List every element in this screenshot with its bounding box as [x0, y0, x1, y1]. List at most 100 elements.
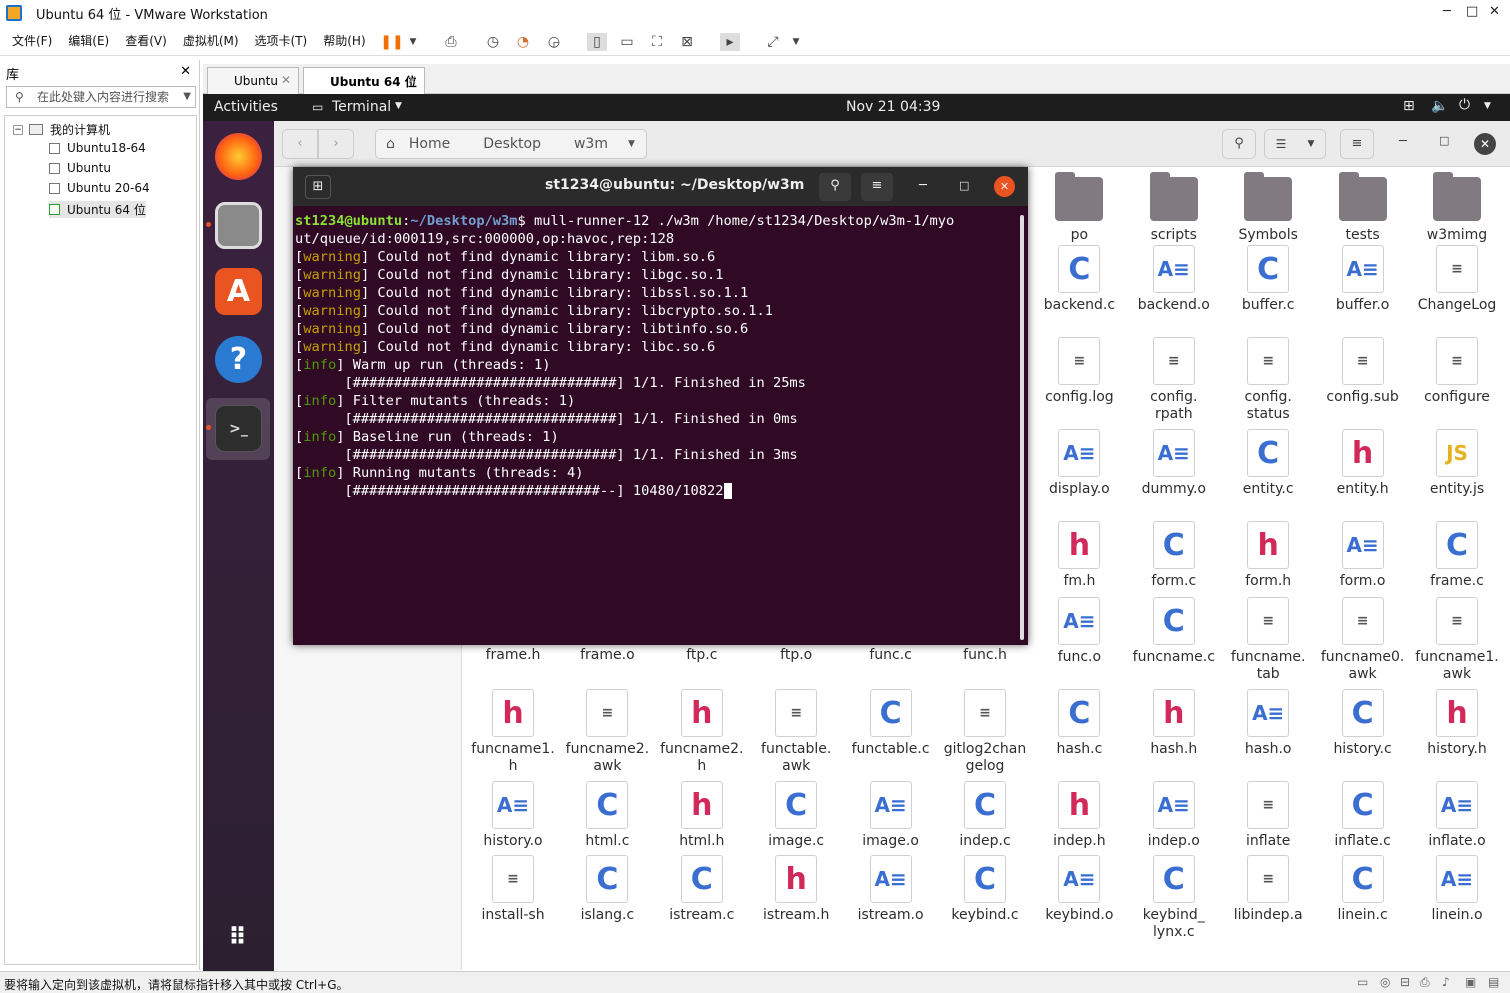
file-item[interactable]: h funcname2. h — [655, 689, 749, 775]
file-item[interactable]: ≡ gitlog2chan gelog — [938, 689, 1032, 775]
file-item[interactable]: ftp.c — [655, 647, 749, 664]
file-item[interactable]: A≡ indep.o — [1127, 781, 1221, 850]
tree-item-vm[interactable]: Ubuntu18-64 — [49, 141, 146, 155]
search-button[interactable]: ⚲ — [1222, 129, 1256, 159]
file-item[interactable]: frame.o — [560, 647, 654, 664]
stretch-icon[interactable]: ⤢ — [763, 33, 783, 51]
file-item[interactable]: A≡ image.o — [844, 781, 938, 850]
file-item[interactable]: po — [1032, 171, 1126, 244]
pause-icon[interactable]: ❚❚ — [380, 33, 403, 51]
maximize-window-icon[interactable]: □ — [1439, 134, 1449, 147]
terminal-window[interactable]: ⊞ st1234@ubuntu: ~/Desktop/w3m ⚲ ≡ ─ □ ✕… — [293, 167, 1028, 645]
breadcrumb-home[interactable]: Home — [409, 136, 450, 152]
printer-icon[interactable]: ⎙ — [1420, 975, 1430, 990]
file-item[interactable]: Ckeybind_ lynx.c — [1127, 855, 1221, 941]
file-item[interactable]: Chash.c — [1032, 689, 1126, 758]
file-item[interactable]: Symbols — [1221, 171, 1315, 244]
file-item[interactable]: A≡ display.o — [1032, 429, 1126, 498]
file-item[interactable]: Chtml.c — [560, 781, 654, 850]
console-view-icon[interactable]: ▸ — [720, 33, 740, 51]
terminal-output[interactable]: st1234@ubuntu:~/Desktop/w3m$ mull-runner… — [295, 212, 1020, 642]
file-item[interactable]: func.h — [938, 647, 1032, 664]
file-item[interactable]: ≡ funcname2. awk — [560, 689, 654, 775]
software-icon[interactable]: A — [215, 268, 262, 315]
breadcrumb-chevron-icon[interactable]: ▼ — [628, 139, 635, 149]
file-item[interactable]: ≡ config. status — [1221, 337, 1315, 423]
file-item[interactable]: ≡ inflate — [1221, 781, 1315, 850]
close-tab-icon[interactable]: ✕ — [407, 73, 417, 87]
file-item[interactable]: A≡ dummy.o — [1127, 429, 1221, 498]
file-item[interactable]: A≡ keybind.o — [1032, 855, 1126, 924]
terminal-minimize-icon[interactable]: ─ — [919, 178, 927, 193]
file-item[interactable]: h fm.h — [1032, 521, 1126, 590]
tree-root[interactable]: − 我的计算机 — [13, 121, 110, 138]
file-item[interactable]: h istream.h — [749, 855, 843, 924]
tab-ubuntu-64[interactable]: Ubuntu 64 位 ✕ — [303, 67, 425, 94]
file-item[interactable]: ≡ libindep.a — [1221, 855, 1315, 924]
menu-help[interactable]: 帮助(H) — [323, 32, 365, 49]
file-item[interactable]: h hash.h — [1127, 689, 1221, 758]
file-item[interactable]: ≡ functable. awk — [749, 689, 843, 775]
messages-icon[interactable]: ▤ — [1488, 975, 1499, 989]
file-item[interactable]: A≡ inflate.o — [1410, 781, 1504, 850]
file-item[interactable]: ≡ funcname. tab — [1221, 597, 1315, 683]
fullscreen-icon[interactable]: ⛶ — [647, 33, 667, 51]
maximize-icon[interactable]: □ — [1466, 4, 1478, 19]
app-menu[interactable]: Terminal — [332, 99, 391, 115]
file-item[interactable]: ≡ configure — [1410, 337, 1504, 406]
minimize-window-icon[interactable]: ─ — [1399, 134, 1407, 149]
close-tab-icon[interactable]: ✕ — [281, 73, 291, 87]
file-item[interactable]: ≡ config. rpath — [1127, 337, 1221, 423]
library-close-icon[interactable]: ✕ — [180, 64, 191, 79]
file-item[interactable]: Cbackend.c — [1032, 245, 1126, 314]
close-window-icon[interactable]: ✕ — [1474, 133, 1496, 155]
breadcrumb-w3m[interactable]: w3m — [574, 136, 608, 152]
breadcrumb-desktop[interactable]: Desktop — [483, 136, 541, 152]
file-item[interactable]: A≡ hash.o — [1221, 689, 1315, 758]
file-item[interactable]: A≡ backend.o — [1127, 245, 1221, 314]
system-menu-chevron-icon[interactable]: ▼ — [1484, 101, 1491, 111]
show-apps-icon[interactable]: ⠿ — [215, 913, 262, 960]
sidebar-toggle-icon[interactable]: ▯ — [587, 33, 607, 51]
terminal-close-icon[interactable]: ✕ — [994, 176, 1015, 197]
cdrom-icon[interactable]: ◎ — [1380, 975, 1390, 989]
file-item[interactable]: tests — [1316, 171, 1410, 244]
file-item[interactable]: JS entity.js — [1410, 429, 1504, 498]
minimize-icon[interactable]: ─ — [1443, 4, 1451, 19]
file-item[interactable]: h history.h — [1410, 689, 1504, 758]
menu-edit[interactable]: 编辑(E) — [68, 32, 109, 49]
activities-button[interactable]: Activities — [214, 99, 278, 115]
file-item[interactable]: Ckeybind.c — [938, 855, 1032, 924]
file-item[interactable]: Clinein.c — [1316, 855, 1410, 924]
file-item[interactable]: ftp.o — [749, 647, 843, 664]
revert-snapshot-icon[interactable]: ◔ — [513, 33, 533, 51]
file-item[interactable]: Cbuffer.c — [1221, 245, 1315, 314]
file-item[interactable]: frame.h — [466, 647, 560, 664]
file-item[interactable]: Cindep.c — [938, 781, 1032, 850]
file-item[interactable]: Cframe.c — [1410, 521, 1504, 590]
tree-item-vm[interactable]: Ubuntu 20-64 — [49, 181, 150, 195]
firefox-icon[interactable] — [215, 133, 262, 180]
file-item[interactable]: A≡ buffer.o — [1316, 245, 1410, 314]
network-adapter-icon[interactable]: ⊟ — [1400, 975, 1410, 989]
file-item[interactable]: A≡ form.o — [1316, 521, 1410, 590]
hamburger-menu-icon[interactable]: ≡ — [1340, 129, 1374, 159]
terminal-icon[interactable]: >_ — [215, 405, 262, 452]
tab-ubuntu[interactable]: Ubuntu ✕ — [207, 67, 299, 94]
menu-vm[interactable]: 虚拟机(M) — [183, 32, 239, 49]
file-item[interactable]: Cimage.c — [749, 781, 843, 850]
file-item[interactable]: h entity.h — [1316, 429, 1410, 498]
terminal-maximize-icon[interactable]: □ — [959, 179, 969, 192]
file-item[interactable]: Cistream.c — [655, 855, 749, 924]
file-item[interactable]: w3mimg — [1410, 171, 1504, 244]
display-icon[interactable]: ▣ — [1465, 975, 1476, 989]
file-item[interactable]: ≡ config.log — [1032, 337, 1126, 406]
new-tab-icon[interactable]: ⊞ — [305, 175, 331, 199]
file-item[interactable]: A≡ history.o — [466, 781, 560, 850]
network-icon[interactable]: ⊞ — [1403, 98, 1415, 114]
file-item[interactable]: Cfunctable.c — [844, 689, 938, 758]
menu-view[interactable]: 查看(V) — [125, 32, 167, 49]
thumbnail-bar-icon[interactable]: ▭ — [617, 33, 637, 51]
terminal-menu-icon[interactable]: ≡ — [861, 173, 893, 201]
tree-item-vm[interactable]: Ubuntu — [49, 161, 111, 175]
